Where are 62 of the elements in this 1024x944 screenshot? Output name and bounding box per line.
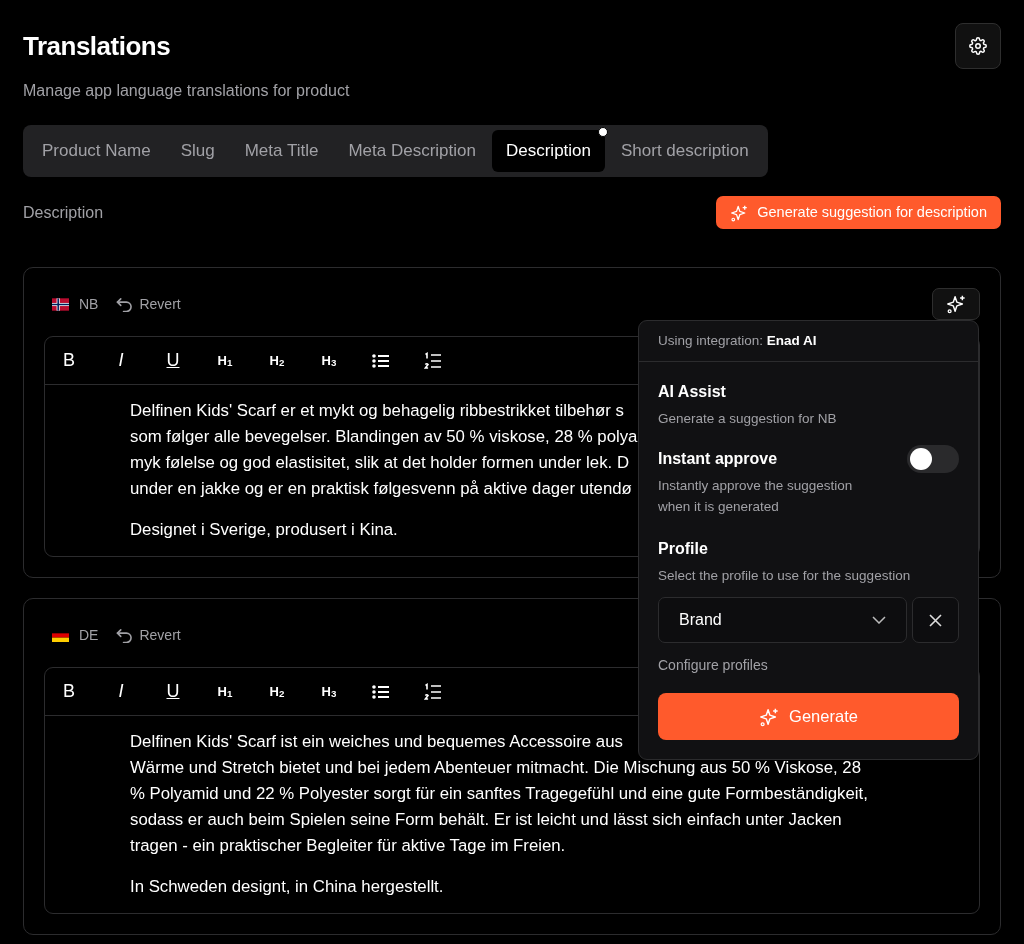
italic-button[interactable]: I xyxy=(97,668,145,716)
bold-button[interactable]: B xyxy=(45,337,93,385)
page-subtitle: Manage app language translations for product xyxy=(23,81,350,102)
settings-button[interactable] xyxy=(955,23,1001,69)
italic-button[interactable]: I xyxy=(97,337,145,385)
text-line: tragen - ein praktischer Begleiter für aktive Tage im Freien. xyxy=(130,835,566,858)
text-line: % Polyamid und 22 % Polyester sorgt für ein sanftes Tragegefühl und eine gute Formbeständigkeit, xyxy=(130,783,868,806)
numbered-list-icon xyxy=(424,682,442,701)
language-code: DE xyxy=(79,625,99,645)
profile-description: Select the profile to use for the suggestion xyxy=(658,567,912,586)
text-line: myk følelse og god elastisitet, slik at det holder formen under lek. D xyxy=(130,452,629,475)
configure-profiles-link[interactable]: Configure profiles xyxy=(658,655,768,677)
settings-icon xyxy=(969,37,987,55)
language-code: NB xyxy=(79,294,99,314)
heading-button[interactable]: H$_{3}$ xyxy=(305,337,353,385)
page-title: Translations xyxy=(23,31,172,63)
underline-button[interactable]: U xyxy=(149,337,197,385)
heading-button[interactable]: H$_{1}$ xyxy=(201,668,249,716)
sparkle-icon xyxy=(759,706,780,727)
sparkle-icon xyxy=(946,294,966,315)
undo-icon xyxy=(116,296,134,312)
text-line: sodass er auch beim Spielen seine Form behält. Er ist leicht und lässt sich einfach unter Jacken xyxy=(130,809,842,832)
popover-title: AI Assist xyxy=(658,382,727,403)
heading-button[interactable]: H$_{3}$ xyxy=(305,668,353,716)
text-line: Designet i Sverige, produsert i Kina. xyxy=(130,519,398,542)
heading-button[interactable]: H$_{2}$ xyxy=(253,668,301,716)
instant-approve-label: Instant approve xyxy=(658,449,779,470)
tab[interactable]: Meta Description xyxy=(334,130,490,172)
text-line: som følger alle bevegelser. Blandingen av 50 % viskose, 28 % polya xyxy=(130,426,638,449)
text-line: In Schweden designt, in China hergestellt. xyxy=(130,876,444,899)
profile-select[interactable]: Brand xyxy=(658,597,907,644)
text-line: Delfinen Kids' Scarf ist ein weiches und bequemes Accessoire aus xyxy=(130,731,623,754)
text-line: Delfinen Kids' Scarf er et mykt og behagelig ribbestrikket tilbehør s xyxy=(130,400,624,423)
underline-button[interactable]: U xyxy=(149,668,197,716)
bullet-list-icon xyxy=(372,683,390,700)
bold-button[interactable]: B xyxy=(45,668,93,716)
text-line: Wärme und Stretch bietet und bei jedem Abenteuer mitmacht. Die Mischung aus 50 % Viskose, 28 xyxy=(130,757,861,780)
section-label: Description xyxy=(23,202,104,223)
revert-button[interactable]: Revert xyxy=(116,293,181,315)
heading-button[interactable]: H$_{2}$ xyxy=(253,337,301,385)
text-line: under en jakke og er en praktisk følgesvenn på aktive dager utendø xyxy=(130,478,632,501)
tab[interactable]: Meta Title xyxy=(230,130,333,172)
instant-approve-description: Instantly approve the suggestion when it is generated xyxy=(658,477,854,517)
tab[interactable]: Product Name xyxy=(28,130,165,172)
tab[interactable]: Description xyxy=(491,130,605,172)
profile-label: Profile xyxy=(658,539,709,560)
tab[interactable]: Short description xyxy=(607,130,763,172)
popover-subtitle: Generate a suggestion for NB xyxy=(658,410,838,429)
numbered-list-icon xyxy=(424,351,442,370)
heading-button[interactable]: H$_{1}$ xyxy=(201,337,249,385)
bullet-list-icon xyxy=(372,352,390,369)
ai-assist-button[interactable] xyxy=(932,288,980,321)
clear-button[interactable] xyxy=(912,597,959,644)
chevron-down-icon xyxy=(872,616,886,625)
tab[interactable]: Slug xyxy=(166,130,229,172)
undo-icon xyxy=(116,627,134,643)
flag-icon xyxy=(52,297,69,311)
integration-label: Using integration: Enad AI xyxy=(639,321,978,363)
sparkle-icon xyxy=(730,203,749,222)
toggle-switch[interactable] xyxy=(907,445,959,474)
revert-button[interactable]: Revert xyxy=(116,624,181,646)
close-icon xyxy=(929,613,942,627)
